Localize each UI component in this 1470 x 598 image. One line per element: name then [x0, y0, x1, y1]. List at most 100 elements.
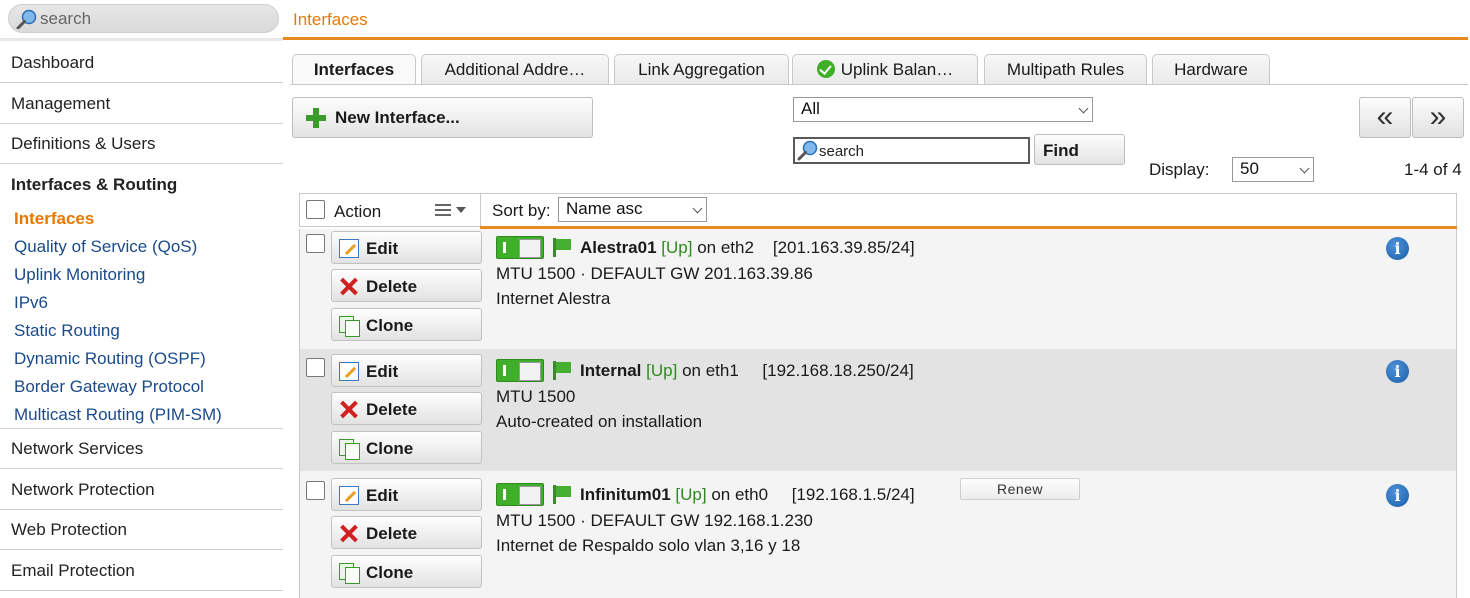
interface-summary: Alestra01 [Up] on eth2 [201.163.39.85/24… [580, 238, 915, 258]
find-button[interactable]: Find [1034, 134, 1125, 165]
chevron-down-icon [1299, 163, 1310, 174]
sidebar-subitem-ipv6[interactable]: IPv6 [14, 293, 48, 313]
double-chevron-left-icon: « [1376, 100, 1394, 133]
table-row: Edit Delete Clone Alestra01 [Up] on eth2… [299, 229, 1457, 349]
tab-interfaces[interactable]: Interfaces [292, 54, 416, 85]
flag-icon [553, 238, 572, 257]
interface-detail: MTU 1500 · DEFAULT GW 201.163.39.86 [496, 264, 813, 283]
new-interface-label: New Interface... [335, 108, 460, 127]
header-separator [480, 194, 481, 227]
row-checkbox[interactable] [306, 234, 325, 253]
tab-additional-addresses[interactable]: Additional Addre… [421, 54, 609, 85]
interface-detail: MTU 1500 [496, 387, 576, 406]
check-icon [816, 60, 835, 78]
info-icon[interactable]: i [1386, 484, 1409, 507]
clone-icon [339, 563, 360, 584]
interface-detail: MTU 1500 · DEFAULT GW 192.168.1.230 [496, 511, 813, 530]
sidebar-subitem-static-routing[interactable]: Static Routing [14, 321, 120, 341]
tab-label: Hardware [1174, 60, 1248, 79]
first-page-button[interactable]: « [1359, 97, 1411, 138]
sidebar-item-dashboard[interactable]: Dashboard [0, 43, 283, 83]
row-checkbox[interactable] [306, 358, 325, 377]
sidebar-item-web-protection[interactable]: Web Protection [0, 510, 283, 550]
interface-comment: Internet Alestra [496, 289, 611, 308]
renew-button[interactable]: Renew [960, 478, 1080, 500]
enable-toggle[interactable] [496, 359, 544, 382]
select-all-checkbox[interactable] [306, 200, 325, 219]
sort-select[interactable]: Name asc [558, 197, 707, 222]
row-checkbox[interactable] [306, 481, 325, 500]
tab-label: Uplink Balan… [840, 60, 954, 79]
tab-multipath-rules[interactable]: Multipath Rules [984, 54, 1147, 85]
sidebar-item-email-protection[interactable]: Email Protection [0, 551, 283, 591]
sidebar-search-input[interactable]: search [8, 4, 279, 33]
sidebar-subitem-uplink-monitoring[interactable]: Uplink Monitoring [14, 265, 145, 285]
clone-button[interactable]: Clone [331, 555, 482, 588]
sidebar-item-interfaces-routing[interactable]: Interfaces & Routing [0, 165, 283, 205]
clone-label: Clone [366, 563, 414, 582]
sidebar-item-network-protection[interactable]: Network Protection [0, 470, 283, 510]
tab-link-aggregation[interactable]: Link Aggregation [614, 54, 789, 85]
sidebar-item-management[interactable]: Management [0, 84, 283, 124]
table-row: Edit Delete Clone Infinitum01 [Up] on et… [299, 471, 1457, 598]
sidebar-item-network-services[interactable]: Network Services [0, 429, 283, 469]
new-interface-button[interactable]: New Interface... [292, 97, 593, 138]
edit-icon [339, 362, 359, 381]
table-row: Edit Delete Clone Internal [Up] on eth1 … [299, 349, 1457, 471]
chevron-down-icon [692, 203, 703, 214]
enable-toggle[interactable] [496, 483, 544, 506]
delete-button[interactable]: Delete [331, 269, 482, 302]
clone-label: Clone [366, 316, 414, 335]
tab-bar-divider [290, 84, 1468, 85]
filter-select-value: All [801, 99, 820, 118]
clone-icon [339, 316, 360, 337]
double-chevron-right-icon: » [1429, 100, 1447, 133]
sort-by-label: Sort by: [492, 201, 551, 220]
action-header-label: Action [334, 202, 382, 221]
display-select[interactable]: 50 [1232, 157, 1314, 182]
interface-summary: Internal [Up] on eth1 [192.168.18.250/24… [580, 361, 914, 381]
sidebar-subitem-interfaces[interactable]: Interfaces [14, 209, 94, 229]
tab-label: Interfaces [313, 60, 395, 79]
clone-button[interactable]: Clone [331, 431, 482, 464]
edit-button[interactable]: Edit [331, 231, 482, 264]
delete-icon [339, 524, 359, 543]
delete-icon [339, 400, 359, 419]
interface-port: on eth0 [711, 485, 769, 504]
sidebar-subitem-multicast-routing[interactable]: Multicast Routing (PIM-SM) [14, 405, 222, 425]
tab-hardware[interactable]: Hardware [1152, 54, 1270, 85]
delete-label: Delete [366, 524, 418, 543]
chevron-down-icon [1078, 103, 1089, 114]
interface-name: Internal [580, 361, 642, 380]
tab-uplink-balancing[interactable]: Uplink Balan… [792, 54, 978, 85]
clone-label: Clone [366, 439, 414, 458]
list-header [299, 193, 1457, 227]
info-icon[interactable]: i [1386, 360, 1409, 383]
next-page-button[interactable]: » [1412, 97, 1464, 138]
interface-comment: Internet de Respaldo solo vlan 3,16 y 18 [496, 536, 801, 555]
sort-select-value: Name asc [566, 199, 643, 218]
delete-button[interactable]: Delete [331, 516, 482, 549]
edit-icon [339, 239, 359, 258]
list-menu-icon[interactable] [435, 203, 451, 217]
sidebar-item-definitions-users[interactable]: Definitions & Users [0, 124, 283, 164]
delete-icon [339, 277, 359, 296]
interface-summary: Infinitum01 [Up] on eth0 [192.168.1.5/24… [580, 485, 915, 505]
edit-button[interactable]: Edit [331, 478, 482, 511]
sidebar-subitem-bgp[interactable]: Border Gateway Protocol [14, 377, 204, 397]
filter-select[interactable]: All [793, 97, 1093, 122]
status-badge: [Up] [661, 238, 693, 257]
delete-button[interactable]: Delete [331, 392, 482, 425]
sidebar-subitem-dynamic-routing[interactable]: Dynamic Routing (OSPF) [14, 349, 206, 369]
tab-label: Link Aggregation [638, 60, 765, 79]
plus-icon [306, 108, 326, 128]
edit-button[interactable]: Edit [331, 354, 482, 387]
caret-down-icon[interactable] [456, 207, 466, 213]
info-icon[interactable]: i [1386, 237, 1409, 260]
interface-address: [201.163.39.85/24] [772, 238, 915, 257]
clone-button[interactable]: Clone [331, 308, 482, 341]
sidebar-subitem-qos[interactable]: Quality of Service (QoS) [14, 237, 197, 257]
status-badge: [Up] [675, 485, 707, 504]
enable-toggle[interactable] [496, 236, 544, 259]
list-search-input[interactable]: search [793, 137, 1030, 164]
